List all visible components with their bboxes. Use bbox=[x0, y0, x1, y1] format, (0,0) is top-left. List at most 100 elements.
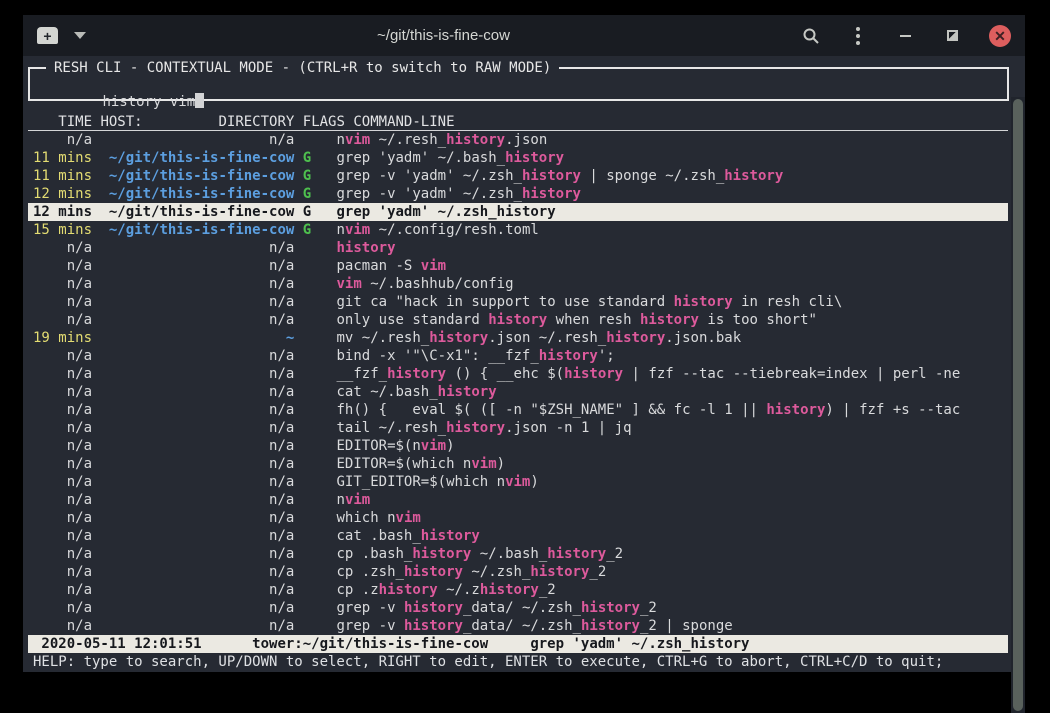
history-row[interactable]: n/a n/a GIT_EDITOR=$(which nvim) bbox=[28, 473, 1008, 491]
history-time: n/a bbox=[33, 240, 92, 256]
history-row[interactable]: n/a n/a cp .bash_history ~/.bash_history… bbox=[28, 545, 1008, 563]
status-location: tower:~/git/this-is-fine-cow bbox=[252, 636, 488, 652]
history-directory: ~ bbox=[100, 330, 294, 346]
history-time: 12 mins bbox=[33, 204, 92, 220]
history-row[interactable]: n/a n/a fh() { eval $( ([ -n "$ZSH_NAME"… bbox=[28, 401, 1008, 419]
history-flags bbox=[303, 258, 328, 274]
history-row[interactable]: n/a n/a bind -x '"\C-x1": __fzf_history'… bbox=[28, 347, 1008, 365]
history-row[interactable]: n/a n/a EDITOR=$(nvim) bbox=[28, 437, 1008, 455]
history-row[interactable]: 12 mins ~/git/this-is-fine-cow G grep -v… bbox=[28, 185, 1008, 203]
history-command: mv ~/.resh_history.json ~/.resh_history.… bbox=[337, 330, 742, 346]
history-time: n/a bbox=[33, 294, 92, 310]
history-flags bbox=[303, 510, 328, 526]
scrollbar[interactable] bbox=[1011, 97, 1025, 713]
match-highlight: history bbox=[522, 168, 581, 184]
history-row[interactable]: n/a n/a cat .bash_history bbox=[28, 527, 1008, 545]
match-highlight: history bbox=[674, 294, 733, 310]
minimize-button[interactable] bbox=[895, 26, 915, 46]
history-directory: n/a bbox=[100, 366, 294, 382]
history-time: n/a bbox=[33, 348, 92, 364]
history-time: n/a bbox=[33, 618, 92, 634]
history-directory: n/a bbox=[100, 438, 294, 454]
history-row[interactable]: n/a n/a git ca "hack in support to use s… bbox=[28, 293, 1008, 311]
history-flags bbox=[303, 420, 328, 436]
history-row-selected[interactable]: 12 mins ~/git/this-is-fine-cow G grep 'y… bbox=[28, 203, 1008, 221]
history-directory: n/a bbox=[100, 402, 294, 418]
restore-icon bbox=[947, 30, 958, 41]
history-time: n/a bbox=[33, 492, 92, 508]
history-command: history bbox=[337, 240, 396, 256]
history-row[interactable]: n/a n/a which nvim bbox=[28, 509, 1008, 527]
history-directory: ~/git/this-is-fine-cow bbox=[100, 204, 294, 220]
history-time: n/a bbox=[33, 528, 92, 544]
history-row[interactable]: n/a n/a pacman -S vim bbox=[28, 257, 1008, 275]
match-highlight: history bbox=[429, 330, 488, 346]
match-highlight: history bbox=[404, 618, 463, 634]
history-row[interactable]: n/a n/a only use standard history when r… bbox=[28, 311, 1008, 329]
history-time: n/a bbox=[33, 546, 92, 562]
match-highlight: history bbox=[480, 582, 539, 598]
status-time: 2020-05-11 12:01:51 bbox=[33, 636, 202, 652]
history-directory: n/a bbox=[100, 294, 294, 310]
history-directory: n/a bbox=[100, 348, 294, 364]
history-row[interactable]: n/a n/a EDITOR=$(which nvim) bbox=[28, 455, 1008, 473]
history-row[interactable]: n/a n/a cat ~/.bash_history bbox=[28, 383, 1008, 401]
window-title: ~/git/this-is-fine-cow bbox=[86, 27, 801, 44]
new-tab-button[interactable]: + bbox=[37, 27, 58, 44]
history-command: bind -x '"\C-x1": __fzf_history'; bbox=[337, 348, 615, 364]
chevron-down-icon[interactable] bbox=[74, 32, 86, 39]
history-time: n/a bbox=[33, 384, 92, 400]
restore-button[interactable] bbox=[942, 26, 962, 46]
status-command: grep 'yadm' ~/.zsh_history bbox=[530, 636, 749, 652]
history-command: EDITOR=$(nvim) bbox=[337, 438, 455, 454]
match-highlight: history bbox=[606, 330, 665, 346]
history-directory: n/a bbox=[100, 528, 294, 544]
search-button[interactable] bbox=[801, 26, 821, 46]
history-row[interactable]: n/a n/a vim ~/.bashhub/config bbox=[28, 275, 1008, 293]
close-button[interactable]: ✕ bbox=[989, 25, 1011, 47]
history-row[interactable]: n/a n/a grep -v history_data/ ~/.zsh_his… bbox=[28, 599, 1008, 617]
close-icon: ✕ bbox=[994, 29, 1006, 43]
history-time: n/a bbox=[33, 258, 92, 274]
history-directory: n/a bbox=[100, 384, 294, 400]
history-row[interactable]: n/a n/a cp .zhistory ~/.zhistory_2 bbox=[28, 581, 1008, 599]
search-icon bbox=[802, 27, 820, 45]
history-row[interactable]: n/a n/a __fzf_history () { __ehc $(histo… bbox=[28, 365, 1008, 383]
scrollbar-thumb[interactable] bbox=[1013, 99, 1023, 711]
history-row[interactable]: 11 mins ~/git/this-is-fine-cow G grep 'y… bbox=[28, 149, 1008, 167]
match-highlight: history bbox=[505, 150, 564, 166]
history-time: n/a bbox=[33, 474, 92, 490]
history-command: which nvim bbox=[337, 510, 421, 526]
history-row[interactable]: n/a n/a grep -v history_data/ ~/.zsh_his… bbox=[28, 617, 1008, 635]
history-command: nvim ~/.resh_history.json bbox=[337, 132, 548, 148]
match-highlight: history bbox=[497, 204, 556, 220]
history-command: grep 'yadm' ~/.bash_history bbox=[337, 150, 565, 166]
match-highlight: vim bbox=[337, 276, 362, 292]
match-highlight: history bbox=[581, 600, 640, 616]
history-row[interactable]: n/a n/a nvim ~/.resh_history.json bbox=[28, 131, 1008, 149]
history-directory: n/a bbox=[100, 474, 294, 490]
match-highlight: history bbox=[387, 366, 446, 382]
history-row[interactable]: n/a n/a nvim bbox=[28, 491, 1008, 509]
plus-icon: + bbox=[43, 29, 51, 43]
match-highlight: vim bbox=[421, 258, 446, 274]
history-flags bbox=[303, 600, 328, 616]
history-row[interactable]: n/a n/a cp .zsh_history ~/.zsh_history_2 bbox=[28, 563, 1008, 581]
history-time: n/a bbox=[33, 564, 92, 580]
status-bar: 2020-05-11 12:01:51 tower:~/git/this-is-… bbox=[28, 635, 1008, 653]
match-highlight: vim bbox=[505, 474, 530, 490]
match-highlight: history bbox=[564, 366, 623, 382]
history-row[interactable]: n/a n/a history bbox=[28, 239, 1008, 257]
history-row[interactable]: 19 mins ~ mv ~/.resh_history.json ~/.res… bbox=[28, 329, 1008, 347]
history-command: vim ~/.bashhub/config bbox=[337, 276, 514, 292]
history-row[interactable]: 11 mins ~/git/this-is-fine-cow G grep -v… bbox=[28, 167, 1008, 185]
history-row[interactable]: n/a n/a tail ~/.resh_history.json -n 1 |… bbox=[28, 419, 1008, 437]
history-flags: G bbox=[303, 168, 328, 184]
history-row[interactable]: 15 mins ~/git/this-is-fine-cow G nvim ~/… bbox=[28, 221, 1008, 239]
history-time: n/a bbox=[33, 312, 92, 328]
history-table: TIME HOST: DIRECTORY FLAGS COMMAND-LINE … bbox=[28, 113, 1008, 635]
match-highlight: history bbox=[404, 564, 463, 580]
history-command: grep -v 'yadm' ~/.zsh_history bbox=[337, 186, 581, 202]
menu-kebab-icon[interactable] bbox=[848, 26, 868, 46]
history-directory: ~/git/this-is-fine-cow bbox=[100, 168, 294, 184]
